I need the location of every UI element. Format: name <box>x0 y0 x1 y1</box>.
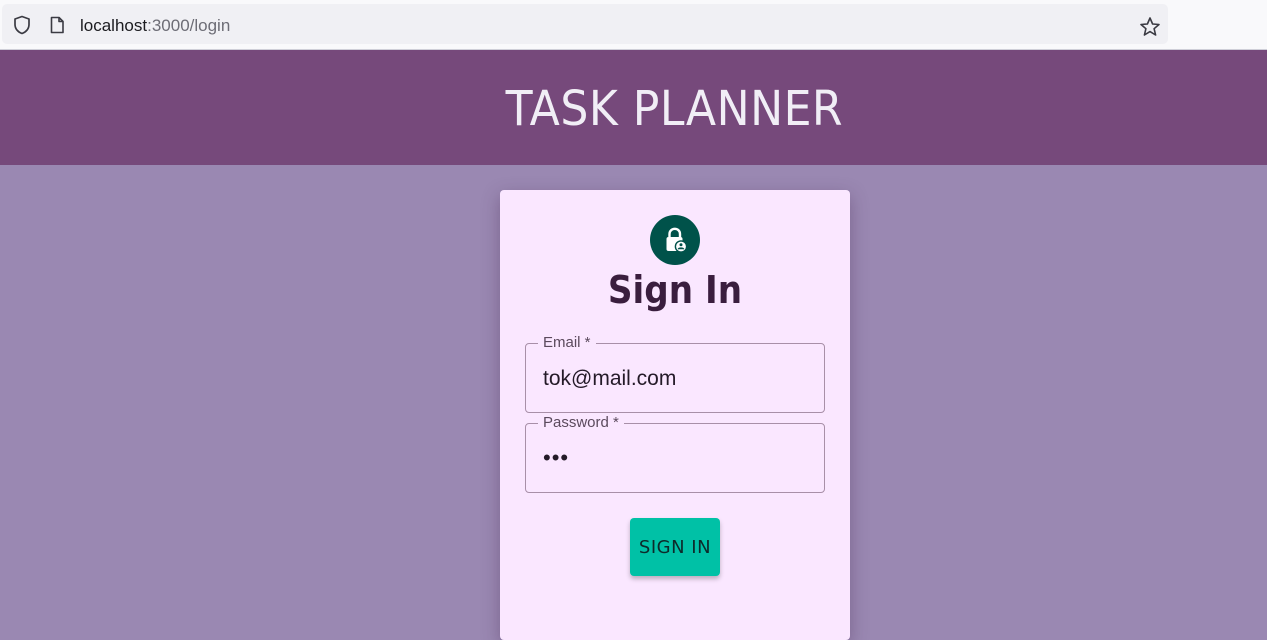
url-text[interactable]: localhost:3000/login <box>80 16 230 36</box>
password-label: Password * <box>538 414 624 432</box>
avatar <box>650 215 700 265</box>
page-icon <box>50 16 64 34</box>
star-icon[interactable] <box>1139 16 1161 38</box>
login-card: Sign In Email * tok@mail.com Password * … <box>500 190 850 640</box>
app-title: TASK PLANNER <box>505 80 844 137</box>
app-header: TASK PLANNER <box>0 50 1267 165</box>
email-input-value[interactable]: tok@mail.com <box>543 366 676 392</box>
url-path: :3000/login <box>147 16 231 35</box>
sign-in-title: Sign In <box>607 268 743 312</box>
email-label: Email * <box>538 334 596 352</box>
shield-icon[interactable] <box>12 15 32 35</box>
sign-in-button[interactable]: SIGN IN <box>630 518 720 576</box>
url-host: localhost <box>80 16 148 35</box>
email-field[interactable]: Email * tok@mail.com <box>525 334 825 413</box>
browser-toolbar: localhost:3000/login <box>0 0 1267 50</box>
address-bar[interactable]: localhost:3000/login <box>2 4 1168 44</box>
password-field[interactable]: Password * ••• <box>525 414 825 493</box>
password-input-value[interactable]: ••• <box>543 445 569 471</box>
lock-person-icon <box>666 227 688 253</box>
